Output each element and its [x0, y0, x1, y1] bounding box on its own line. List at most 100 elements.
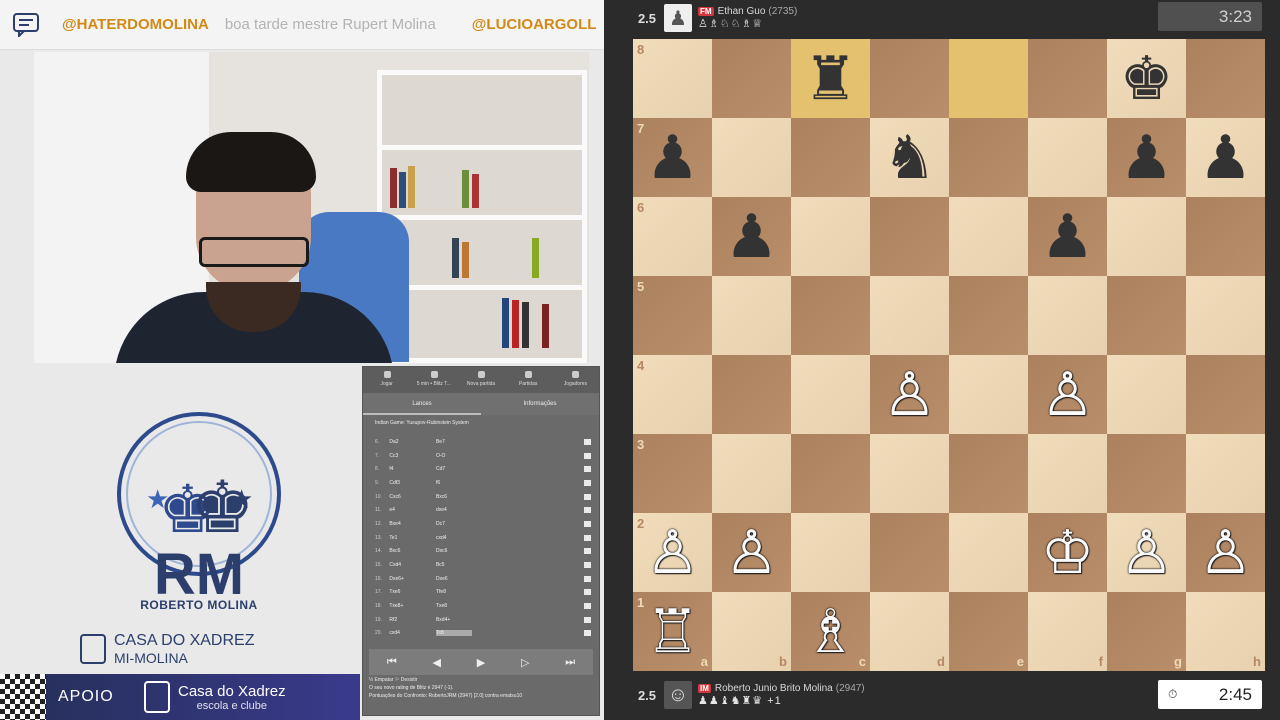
- white-move[interactable]: Da2: [389, 439, 436, 445]
- draw-resign-actions[interactable]: ½ Empatar ⚐ Desistir: [369, 677, 593, 685]
- black-move[interactable]: Bxc6: [436, 494, 472, 500]
- white-move[interactable]: Cxc6: [389, 494, 436, 500]
- black-move[interactable]: Bc5: [436, 562, 472, 568]
- white-move[interactable]: Cdf3: [389, 480, 436, 486]
- black-move[interactable]: dxe4: [436, 507, 472, 513]
- square-f7[interactable]: [1028, 118, 1107, 197]
- square-d5[interactable]: [870, 276, 949, 355]
- square-b5[interactable]: [712, 276, 791, 355]
- square-e4[interactable]: [949, 355, 1028, 434]
- square-b6[interactable]: ♟: [712, 197, 791, 276]
- white-move[interactable]: Bxe4: [389, 521, 436, 527]
- square-g4[interactable]: [1107, 355, 1186, 434]
- white-move[interactable]: Txe6: [389, 589, 436, 595]
- square-a1[interactable]: 1 a ♖: [633, 592, 712, 671]
- white-move[interactable]: f4: [389, 466, 436, 472]
- square-g7[interactable]: ♟: [1107, 118, 1186, 197]
- white-move[interactable]: e4: [389, 507, 436, 513]
- square-f5[interactable]: [1028, 276, 1107, 355]
- square-b3[interactable]: [712, 434, 791, 513]
- square-e7[interactable]: [949, 118, 1028, 197]
- chess-board[interactable]: 8 ♜ ♚ 7 ♟ ♞ ♟ ♟ 6 ♟ ♟ 5 4 ♙ ♙ 3 2 ♙ ♙ ♔ ♙ ♙ 1 a ♖ b c ♗ d e f g h: [633, 39, 1265, 671]
- black-move[interactable]: Tfe8: [436, 589, 472, 595]
- tab-moves[interactable]: Lances: [363, 393, 481, 415]
- black-move[interactable]: Txe8: [436, 603, 472, 609]
- last-move-button[interactable]: ⏭: [565, 656, 575, 669]
- square-h1[interactable]: h: [1186, 592, 1265, 671]
- square-h2[interactable]: ♙: [1186, 513, 1265, 592]
- square-f6[interactable]: ♟: [1028, 197, 1107, 276]
- black-move[interactable]: Cd7: [436, 466, 472, 472]
- square-f2[interactable]: ♔: [1028, 513, 1107, 592]
- square-c8[interactable]: ♜: [791, 39, 870, 118]
- square-e6[interactable]: [949, 197, 1028, 276]
- square-d1[interactable]: d: [870, 592, 949, 671]
- square-d2[interactable]: [870, 513, 949, 592]
- black-pawn-icon[interactable]: ♟: [1041, 207, 1095, 267]
- square-h6[interactable]: [1186, 197, 1265, 276]
- black-move[interactable]: Dc7: [436, 521, 472, 527]
- white-move[interactable]: Bxc6: [389, 548, 436, 554]
- square-a3[interactable]: 3: [633, 434, 712, 513]
- square-a2[interactable]: 2 ♙: [633, 513, 712, 592]
- white-rook-icon[interactable]: ♖: [646, 602, 700, 662]
- next-move-button[interactable]: ▶: [477, 656, 485, 669]
- square-c3[interactable]: [791, 434, 870, 513]
- black-move[interactable]: Dxc6: [436, 548, 472, 554]
- square-g8[interactable]: ♚: [1107, 39, 1186, 118]
- square-c2[interactable]: [791, 513, 870, 592]
- black-pawn-icon[interactable]: ♟: [1120, 128, 1174, 188]
- white-pawn-icon[interactable]: ♙: [725, 523, 779, 583]
- prev-move-button[interactable]: ◀: [433, 656, 441, 669]
- square-e5[interactable]: [949, 276, 1028, 355]
- black-move[interactable]: Bxd4+: [436, 617, 472, 623]
- square-e8[interactable]: [949, 39, 1028, 118]
- square-d3[interactable]: [870, 434, 949, 513]
- square-d6[interactable]: [870, 197, 949, 276]
- square-f3[interactable]: [1028, 434, 1107, 513]
- square-h8[interactable]: [1186, 39, 1265, 118]
- square-g6[interactable]: [1107, 197, 1186, 276]
- square-c1[interactable]: c ♗: [791, 592, 870, 671]
- white-pawn-icon[interactable]: ♙: [883, 365, 937, 425]
- nav-tab[interactable]: Partidas: [505, 367, 552, 393]
- square-e3[interactable]: [949, 434, 1028, 513]
- square-f4[interactable]: ♙: [1028, 355, 1107, 434]
- square-f8[interactable]: [1028, 39, 1107, 118]
- black-move[interactable]: Tc8: [435, 630, 472, 637]
- white-move[interactable]: cxd4: [389, 630, 436, 636]
- white-move[interactable]: Dxe6+: [389, 576, 436, 582]
- square-e1[interactable]: e: [949, 592, 1028, 671]
- white-move[interactable]: Cc3: [389, 453, 436, 459]
- white-pawn-icon[interactable]: ♙: [1120, 523, 1174, 583]
- black-king-icon[interactable]: ♚: [1120, 49, 1174, 109]
- black-move[interactable]: Dxe6: [436, 576, 472, 582]
- white-king-icon[interactable]: ♔: [1041, 523, 1095, 583]
- square-d4[interactable]: ♙: [870, 355, 949, 434]
- square-g2[interactable]: ♙: [1107, 513, 1186, 592]
- player-name[interactable]: Roberto Junio Brito Molina: [715, 683, 833, 694]
- square-b7[interactable]: [712, 118, 791, 197]
- white-pawn-icon[interactable]: ♙: [1199, 523, 1253, 583]
- square-g3[interactable]: [1107, 434, 1186, 513]
- white-move[interactable]: Cxd4: [389, 562, 436, 568]
- square-a4[interactable]: 4: [633, 355, 712, 434]
- square-h5[interactable]: [1186, 276, 1265, 355]
- white-move[interactable]: Txe8+: [389, 603, 436, 609]
- square-g1[interactable]: g: [1107, 592, 1186, 671]
- square-b4[interactable]: [712, 355, 791, 434]
- first-move-button[interactable]: ⏮: [387, 656, 397, 669]
- square-a7[interactable]: 7 ♟: [633, 118, 712, 197]
- nav-tab[interactable]: Jogar: [363, 367, 410, 393]
- square-g5[interactable]: [1107, 276, 1186, 355]
- black-move[interactable]: O-O: [436, 453, 472, 459]
- black-move[interactable]: cxd4: [436, 535, 472, 541]
- square-h3[interactable]: [1186, 434, 1265, 513]
- play-button[interactable]: ▷: [521, 656, 529, 669]
- white-move[interactable]: Te1: [389, 535, 436, 541]
- nav-tab[interactable]: Nova partida: [457, 367, 504, 393]
- white-bishop-icon[interactable]: ♗: [804, 602, 858, 662]
- square-c6[interactable]: [791, 197, 870, 276]
- square-h4[interactable]: [1186, 355, 1265, 434]
- square-c4[interactable]: [791, 355, 870, 434]
